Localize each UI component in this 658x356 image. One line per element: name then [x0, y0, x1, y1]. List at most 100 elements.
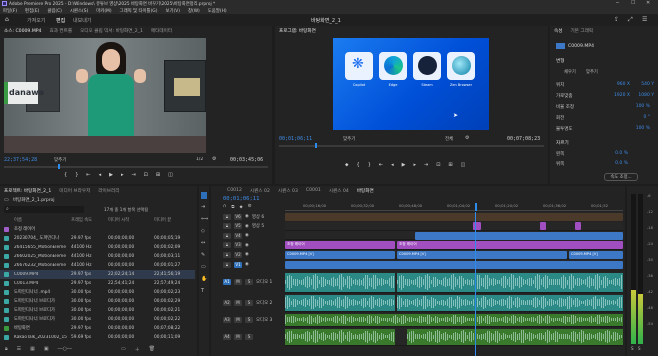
marker-icon[interactable]: ⬥ [345, 162, 349, 170]
snap-icon[interactable]: ∩ [223, 204, 226, 210]
timeline-playhead[interactable] [475, 203, 477, 211]
track-target[interactable]: V5 [234, 223, 242, 230]
wrench-icon[interactable]: ⚙ [248, 204, 252, 210]
prog-go-out-icon[interactable]: ⇥ [424, 162, 428, 170]
sequence-tab[interactable]: 시퀀스 03 [278, 188, 298, 194]
tab-audio-clip-mixer[interactable]: 오디오 클립 믹서: 바탕화면_2_1 [80, 28, 143, 34]
new-item-icon[interactable]: ＋ [135, 346, 140, 355]
play-icon[interactable]: ▶ [109, 172, 113, 180]
eye-icon[interactable]: ◉ [245, 233, 249, 238]
track-target[interactable]: V4 [234, 232, 242, 239]
col-fps[interactable]: 프레임 속도 [71, 217, 108, 223]
tab-media-browser[interactable]: 미디어 브라우저 [59, 188, 90, 194]
solo-icon[interactable]: S [245, 333, 253, 340]
video-clip[interactable]: C0009.MP4 [V] [285, 250, 395, 259]
menu-item[interactable]: 파일(F) [3, 8, 17, 14]
tab-libraries[interactable]: 라이브러리 [98, 188, 119, 194]
effect-value[interactable]: 960 X [617, 82, 630, 87]
speed-button[interactable]: 속도 조정... [604, 173, 638, 181]
graphic-clip[interactable] [540, 222, 546, 231]
menu-item[interactable]: 그래픽 및 타이틀(G) [120, 8, 158, 14]
adjustment-strip[interactable] [285, 212, 623, 221]
solo-icon[interactable]: S [245, 279, 253, 286]
mark-in-icon[interactable]: { [64, 172, 67, 180]
menu-item[interactable]: 편집(E) [25, 8, 39, 14]
track-target[interactable]: A4 [223, 333, 231, 340]
new-bin-icon[interactable]: ▭ [121, 346, 126, 355]
crop-section[interactable]: 자르기 [556, 140, 569, 146]
go-to-in-icon[interactable]: ⇤ [86, 172, 90, 180]
audio-clip[interactable] [397, 294, 623, 311]
tool-slip-icon[interactable]: ↔ [201, 240, 205, 246]
transform-section[interactable]: 변형 [556, 58, 564, 64]
extract-icon[interactable]: ⊞ [448, 162, 452, 170]
tool-pen-icon[interactable]: ✎ [201, 252, 205, 258]
track-header-a1[interactable]: A1 M S 오디오 1 [223, 272, 283, 293]
tool-track-select-icon[interactable]: ⇥ [201, 204, 205, 210]
lock-icon[interactable]: 🔒︎ [5, 346, 8, 355]
source-video-frame[interactable]: danawa [4, 38, 206, 153]
go-to-out-icon[interactable]: ⇥ [131, 172, 135, 180]
prog-play-icon[interactable]: ▶ [402, 162, 406, 170]
track-header-v5[interactable]: 🔒︎ V5 ◉ 영상 5 [223, 222, 283, 231]
audio-clip[interactable] [397, 272, 623, 292]
tab-project[interactable]: 프로젝트: 바탕화면_2_1 [4, 188, 51, 194]
tab-essential-graphics[interactable]: 기본 그래픽 [570, 28, 593, 34]
lock-icon[interactable]: 🔒︎ [223, 261, 231, 268]
video-clip[interactable]: C0009.MP4 [V] [397, 250, 567, 259]
crop-value[interactable]: 0.0 % [615, 151, 628, 156]
eye-icon[interactable]: ◉ [245, 243, 249, 248]
track-target[interactable]: V3 [234, 242, 242, 249]
nav-tab-export[interactable]: 내보내기 [73, 17, 91, 24]
program-video-frame[interactable]: ❋ Copilot Edge Steam Zen Browser ➤ [333, 38, 489, 130]
menu-item[interactable]: 클립(C) [47, 8, 62, 14]
prog-step-back-icon[interactable]: ◂ [391, 162, 394, 170]
sequence-tab[interactable]: C0001 [306, 188, 321, 193]
video-clip[interactable]: C0009.MP4 [V] [569, 250, 623, 259]
lock-icon[interactable]: 🔒︎ [223, 223, 231, 230]
list-item[interactable]: 26676232_MotionEleme 44100 Hz 00;00;00;00 0… [0, 261, 195, 270]
eye-icon[interactable]: ◉ [245, 252, 249, 257]
menu-item[interactable]: 창(W) [188, 8, 200, 14]
track-header-v6[interactable]: 🔒︎ V6 ◉ 영상 6 [223, 212, 283, 221]
home-icon[interactable]: ⌂ [5, 16, 9, 23]
menu-item[interactable]: 보기(V) [165, 8, 180, 14]
list-item[interactable]: KakaoTalk_20231002_15 59.69 fps 00;00;00;0… [0, 333, 195, 342]
source-ratio-select[interactable]: 1/2 [196, 157, 203, 162]
sequence-tab[interactable]: 시퀀스 02 [250, 188, 270, 194]
step-back-icon[interactable]: ◂ [99, 172, 102, 180]
mute-icon[interactable]: M [234, 299, 242, 306]
linked-icon[interactable]: ⧉ [231, 204, 234, 210]
program-playhead[interactable] [315, 143, 317, 148]
lock-icon[interactable]: 🔒︎ [223, 213, 231, 220]
icon-view-icon[interactable]: ▦ [30, 346, 35, 355]
tool-text-icon[interactable]: T [201, 288, 204, 294]
audio-clip[interactable] [285, 294, 395, 311]
list-view-icon[interactable]: ☰ [17, 346, 21, 355]
source-fit-select[interactable]: 맞추기 [54, 157, 66, 163]
mark-out-icon[interactable]: } [75, 172, 78, 180]
audio-clip[interactable] [407, 328, 623, 345]
col-start[interactable]: 미디어 시작 [108, 217, 154, 223]
project-search[interactable]: ⌕ [4, 206, 84, 213]
video-clip[interactable] [415, 231, 623, 240]
eye-icon[interactable]: ◉ [245, 224, 249, 229]
list-item[interactable]: 도파민디나너 브로디가 30.00 fps 00;00;00;00 00;00;02;… [0, 297, 195, 306]
close-icon[interactable]: ✕ [646, 0, 650, 6]
menu-item[interactable]: 도움말(H) [208, 8, 227, 14]
adjustment-layer-clip[interactable]: 조정 레이어 [397, 241, 623, 250]
eye-icon[interactable]: ◉ [245, 262, 249, 267]
mute-icon[interactable]: M [234, 333, 242, 340]
fullscreen-icon[interactable]: ⤢ [628, 16, 633, 24]
source-settings-icon[interactable]: ⚙ [212, 156, 216, 162]
lock-icon[interactable]: 🔒︎ [223, 251, 231, 258]
lock-icon[interactable]: 🔒︎ [223, 232, 231, 239]
prog-step-forward-icon[interactable]: ▸ [413, 162, 416, 170]
col-name[interactable]: 이름 [14, 217, 71, 223]
list-item[interactable]: 도파민디나너 브로디가 30.00 fps 00;00;00;00 00;00;02;… [0, 315, 195, 324]
effect-value-y[interactable]: 1080 Y [638, 93, 654, 98]
nav-tab-edit[interactable]: 편집 [56, 17, 65, 24]
solo-icon[interactable]: S [245, 316, 253, 323]
mute-icon[interactable]: M [234, 279, 242, 286]
add-marker-icon[interactable]: ⬥ [240, 204, 243, 210]
